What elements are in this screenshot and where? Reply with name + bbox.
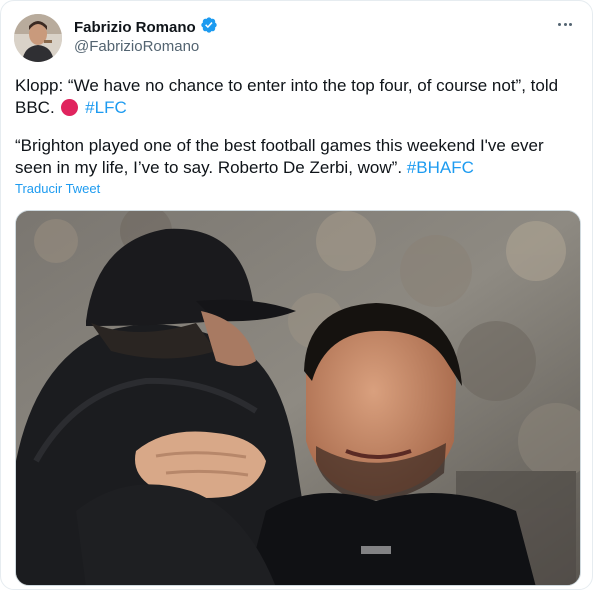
verified-badge-icon — [200, 16, 218, 39]
photo-klopp-de-zerbi-hug — [16, 211, 580, 585]
more-options-icon[interactable] — [554, 13, 576, 35]
dot — [558, 22, 561, 26]
dot — [569, 22, 572, 26]
dot — [563, 22, 567, 26]
tweet-paragraph-1: Klopp: “We have no chance to enter into … — [15, 75, 585, 119]
avatar-image — [14, 14, 62, 62]
author-display-name[interactable]: Fabrizio Romano — [74, 19, 196, 36]
red-circle-emoji-icon — [61, 99, 79, 116]
hashtag-lfc-link[interactable]: #LFC — [85, 98, 127, 117]
author-avatar[interactable] — [14, 14, 62, 62]
tweet-photo[interactable] — [15, 210, 581, 586]
tweet-card[interactable]: Fabrizio Romano @FabrizioRomano Klopp: “… — [0, 0, 593, 590]
hashtag-bhafc-link[interactable]: #BHAFC — [407, 158, 474, 177]
author-handle[interactable]: @FabrizioRomano — [74, 38, 199, 55]
author-name-row[interactable]: Fabrizio Romano — [74, 16, 218, 39]
tweet-paragraph-2: “Brighton played one of the best footbal… — [15, 135, 585, 179]
translate-tweet-link[interactable]: Traducir Tweet — [15, 181, 100, 196]
